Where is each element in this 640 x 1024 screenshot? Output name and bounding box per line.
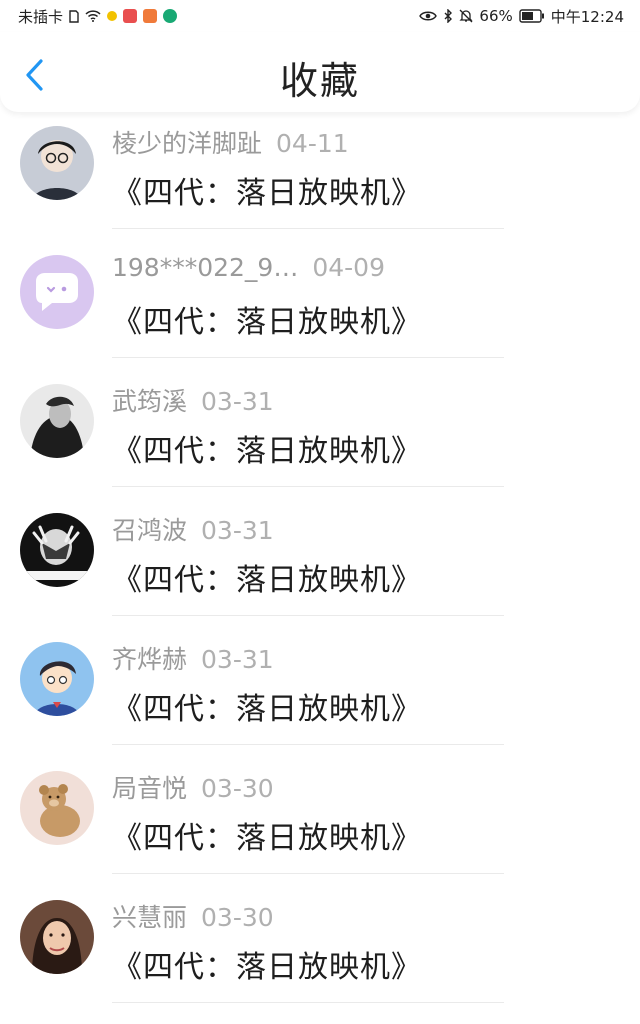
list-item[interactable]: 武筠溪 03-31 《四代：落日放映机》: [0, 370, 640, 499]
avatar[interactable]: [20, 126, 94, 200]
book-title[interactable]: 《四代：落日放映机》: [112, 555, 422, 599]
username-text: 棱少的洋脚趾: [112, 129, 263, 158]
list-item[interactable]: 198***022_9… 04-09 《四代：落日放映机》: [0, 241, 640, 370]
username: 武筠溪 03-31: [112, 382, 274, 418]
list-item[interactable]: 齐烨赫 03-31 《四代：落日放映机》: [0, 628, 640, 757]
battery-percent: 66%: [479, 7, 513, 25]
avatar[interactable]: [20, 900, 94, 974]
carrier-label: 未插卡: [18, 7, 64, 26]
book-title[interactable]: 《四代：落日放映机》: [112, 942, 422, 986]
username-text: 召鸿波: [112, 516, 188, 545]
hand-over-face-avatar-icon: [20, 513, 94, 587]
username-text: 198***022_9…: [112, 253, 299, 282]
username: 198***022_9… 04-09: [112, 253, 385, 282]
username: 齐烨赫 03-31: [112, 640, 274, 676]
date: 03-31: [201, 387, 274, 416]
username-text: 兴慧丽: [112, 903, 188, 932]
avatar[interactable]: [20, 771, 94, 845]
divider: [112, 744, 504, 745]
boy-with-glasses-avatar-icon: [20, 126, 94, 200]
list-item[interactable]: 兴慧丽 03-30 《四代：落日放映机》: [0, 886, 640, 1015]
username: 召鸿波 03-31: [112, 511, 274, 547]
book-title[interactable]: 《四代：落日放映机》: [112, 684, 422, 728]
favorites-list: 棱少的洋脚趾 04-11 《四代：落日放映机》 198***022_9… 04-09…: [0, 112, 640, 1015]
status-right: 66% 中午12:24: [419, 6, 624, 27]
book-title[interactable]: 《四代：落日放映机》: [112, 168, 422, 212]
divider: [112, 228, 504, 229]
battery-icon: [519, 9, 544, 23]
teddy-bear-avatar-icon: [20, 771, 94, 845]
status-bar: 未插卡 66% 中午12:24: [0, 0, 640, 32]
chat-bubble-avatar-icon: [20, 255, 94, 329]
sim-icon: [69, 9, 79, 23]
eye-icon: [419, 11, 438, 21]
username-text: 局音悦: [112, 774, 188, 803]
avatar[interactable]: [20, 384, 94, 458]
divider: [112, 357, 504, 358]
avatar[interactable]: [20, 255, 94, 329]
book-title[interactable]: 《四代：落日放映机》: [112, 813, 422, 857]
app-notification-icon: [163, 9, 178, 23]
date: 03-31: [201, 516, 274, 545]
book-title[interactable]: 《四代：落日放映机》: [112, 297, 422, 341]
list-item[interactable]: 局音悦 03-30 《四代：落日放映机》: [0, 757, 640, 886]
woman-portrait-avatar-icon: [20, 900, 94, 974]
clock: 中午12:24: [550, 7, 624, 26]
avatar[interactable]: [20, 642, 94, 716]
username-text: 齐烨赫: [112, 645, 188, 674]
header-bar: 收藏: [0, 32, 640, 112]
divider: [112, 615, 504, 616]
status-left: 未插卡: [18, 6, 178, 27]
app-notification-icon: [143, 9, 158, 23]
mono-portrait-avatar-icon: [20, 384, 94, 458]
username: 局音悦 03-30: [112, 769, 274, 805]
list-item[interactable]: 棱少的洋脚趾 04-11 《四代：落日放映机》: [0, 112, 640, 241]
username-text: 武筠溪: [112, 387, 188, 416]
date: 03-30: [201, 774, 274, 803]
page-title: 收藏: [279, 59, 360, 103]
wifi-icon: [85, 10, 101, 22]
divider: [112, 1002, 504, 1003]
username: 兴慧丽 03-30: [112, 898, 274, 934]
date: 03-30: [201, 903, 274, 932]
book-title[interactable]: 《四代：落日放映机》: [112, 426, 422, 470]
cartoon-detective-avatar-icon: [20, 642, 94, 716]
date: 03-31: [201, 645, 274, 674]
app-notification-icon: [107, 11, 118, 21]
divider: [112, 486, 504, 487]
date: 04-09: [312, 253, 385, 282]
mute-icon: [459, 9, 473, 23]
list-item[interactable]: 召鸿波 03-31 《四代：落日放映机》: [0, 499, 640, 628]
bluetooth-icon: [444, 9, 453, 23]
app-notification-icon: [123, 9, 138, 23]
date: 04-11: [276, 129, 349, 158]
username: 棱少的洋脚趾 04-11: [112, 124, 349, 160]
divider: [112, 873, 504, 874]
avatar[interactable]: [20, 513, 94, 587]
